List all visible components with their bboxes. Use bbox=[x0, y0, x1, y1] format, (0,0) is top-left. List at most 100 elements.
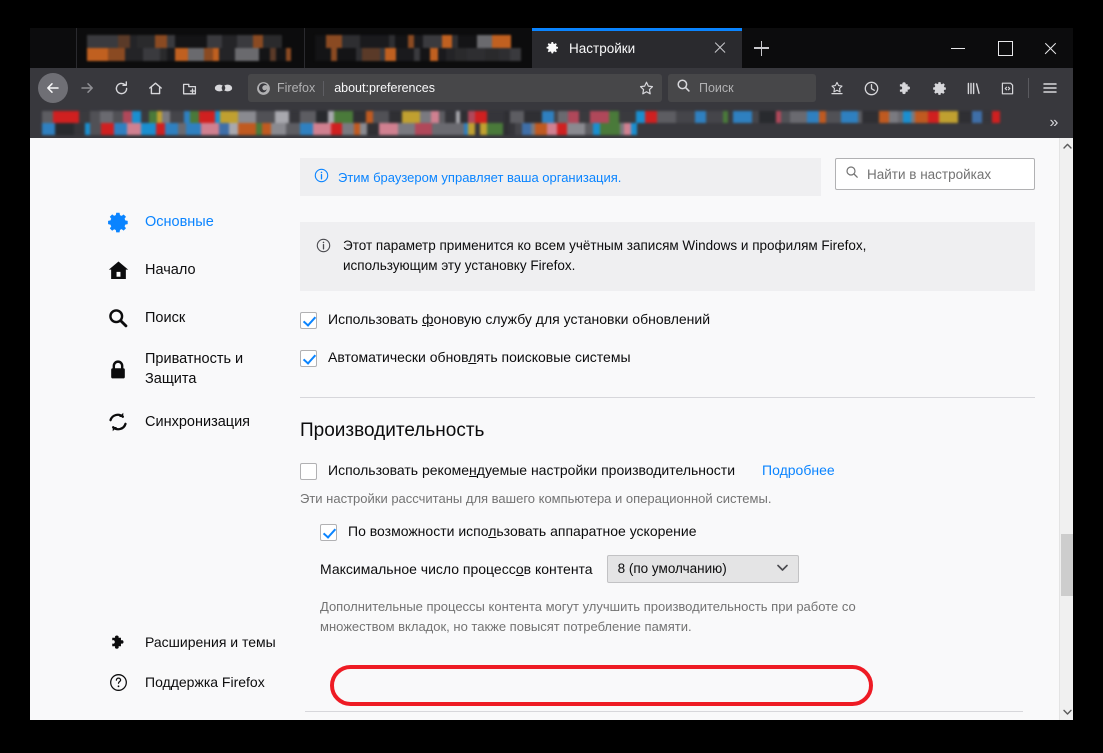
sidebar-item-search[interactable]: Поиск bbox=[30, 294, 295, 342]
sidebar-item-label: Основные bbox=[145, 214, 214, 230]
info-icon bbox=[314, 168, 329, 186]
lock-icon bbox=[105, 359, 131, 381]
mask-icon[interactable] bbox=[208, 73, 238, 103]
sidebar-item-label: Поиск bbox=[145, 310, 185, 326]
firefox-logo-icon bbox=[256, 81, 271, 96]
puzzle-icon bbox=[105, 633, 131, 652]
sidebar-item-label: Синхронизация bbox=[145, 414, 250, 430]
tab-strip: Настройки bbox=[30, 28, 1073, 68]
sync-icon bbox=[105, 411, 131, 433]
gear-icon bbox=[544, 40, 560, 56]
sidebar-item-label: Начало bbox=[145, 262, 196, 278]
checkbox-indicator[interactable] bbox=[300, 350, 317, 367]
search-settings-input[interactable]: Найти в настройках bbox=[835, 158, 1035, 190]
update-scope-infobox: Этот параметр применится ко всем учётным… bbox=[300, 222, 1035, 291]
scroll-down-arrow-icon[interactable] bbox=[1060, 704, 1073, 720]
checkbox-hardware-acceleration[interactable]: По возможности использовать аппаратное у… bbox=[320, 523, 1035, 541]
background-tab-1[interactable] bbox=[76, 28, 304, 68]
forward-arrow-icon[interactable] bbox=[72, 73, 102, 103]
bookmark-toolbar-icon[interactable] bbox=[822, 73, 852, 103]
page-scrollbar[interactable] bbox=[1059, 138, 1073, 720]
minimize-button[interactable] bbox=[935, 28, 981, 68]
active-tab-settings[interactable]: Настройки bbox=[532, 28, 742, 68]
checkbox-background-update[interactable]: Использовать фоновую службу для установк… bbox=[300, 311, 1035, 329]
sidebar-item-label: Расширения и темы bbox=[145, 634, 276, 650]
checkbox-auto-update-search-engines[interactable]: Автоматически обновлять поисковые систем… bbox=[300, 349, 1035, 367]
reader-view-icon[interactable] bbox=[992, 73, 1022, 103]
blurred-tab-title-1 bbox=[87, 35, 294, 61]
enterprise-notice-text[interactable]: Этим браузером управляет ваша организаци… bbox=[338, 170, 621, 185]
close-window-button[interactable] bbox=[1027, 28, 1073, 68]
settings-gear-icon[interactable] bbox=[924, 73, 954, 103]
search-placeholder: Поиск bbox=[699, 81, 734, 95]
active-tab-title: Настройки bbox=[569, 41, 704, 56]
toolbar-icon-group bbox=[820, 73, 1067, 103]
sidebar-item-extensions[interactable]: Расширения и темы bbox=[30, 622, 295, 662]
identity-box[interactable]: Firefox bbox=[256, 81, 324, 96]
background-tab-2[interactable] bbox=[304, 28, 532, 68]
bottom-divider bbox=[305, 711, 1023, 712]
content-processes-value: 8 (по умолчанию) bbox=[618, 561, 777, 576]
tabstrip-left-pad bbox=[30, 28, 76, 68]
scrollbar-thumb[interactable] bbox=[1061, 534, 1073, 596]
checkbox-recommended-performance[interactable]: Использовать рекомендуемые настройки про… bbox=[300, 462, 1035, 480]
url-text[interactable]: about:preferences bbox=[334, 81, 634, 95]
search-icon bbox=[845, 165, 859, 184]
reload-icon[interactable] bbox=[106, 73, 136, 103]
close-icon[interactable] bbox=[710, 38, 730, 58]
scroll-up-arrow-icon[interactable] bbox=[1060, 138, 1073, 154]
enterprise-notice[interactable]: Этим браузером управляет ваша организаци… bbox=[300, 158, 821, 196]
maximize-button[interactable] bbox=[981, 28, 1027, 68]
library-icon[interactable] bbox=[958, 73, 988, 103]
preferences-sidebar: Основные Начало Поиск Приватность и Защи… bbox=[30, 138, 295, 720]
extensions-puzzle-icon[interactable] bbox=[890, 73, 920, 103]
search-icon bbox=[676, 78, 691, 98]
help-circle-icon bbox=[105, 673, 131, 692]
star-icon[interactable] bbox=[634, 76, 658, 100]
sidebar-item-privacy[interactable]: Приватность и Защита bbox=[30, 342, 295, 398]
checkbox-label: По возможности использовать аппаратное у… bbox=[348, 523, 697, 539]
home-icon[interactable] bbox=[140, 73, 170, 103]
identity-label: Firefox bbox=[277, 81, 315, 95]
top-row: Этим браузером управляет ваша организаци… bbox=[295, 158, 1073, 196]
back-arrow-icon[interactable] bbox=[38, 73, 68, 103]
infobox-text: Этот параметр применится ко всем учётным… bbox=[343, 236, 866, 277]
checkbox-label: Использовать фоновую службу для установк… bbox=[328, 311, 710, 327]
checkbox-indicator[interactable] bbox=[320, 524, 337, 541]
sidebar-item-general[interactable]: Основные bbox=[30, 198, 295, 246]
performance-hint: Эти настройки рассчитаны для вашего комп… bbox=[300, 489, 1035, 509]
blurred-tab-title-2 bbox=[315, 35, 522, 61]
checkbox-indicator[interactable] bbox=[300, 463, 317, 480]
preferences-main: Этим браузером управляет ваша организаци… bbox=[295, 138, 1073, 720]
hamburger-menu-icon[interactable] bbox=[1035, 73, 1065, 103]
learn-more-link[interactable]: Подробнее bbox=[762, 462, 835, 478]
navigation-toolbar: Firefox about:preferences Поиск bbox=[30, 68, 1073, 108]
sidebar-item-support[interactable]: Поддержка Firefox bbox=[30, 662, 295, 702]
new-tab-button[interactable] bbox=[742, 28, 780, 68]
content-processes-select[interactable]: 8 (по умолчанию) bbox=[607, 555, 799, 583]
sidebar-item-label: Поддержка Firefox bbox=[145, 674, 265, 690]
preferences-page: Основные Начало Поиск Приватность и Защи… bbox=[30, 138, 1073, 720]
chevron-down-icon bbox=[777, 563, 788, 575]
settings-content: Этот параметр применится ко всем учётным… bbox=[295, 222, 1073, 637]
info-icon bbox=[316, 238, 331, 277]
window-controls bbox=[935, 28, 1073, 68]
search-settings-placeholder: Найти в настройках bbox=[867, 167, 991, 182]
content-processes-label: Максимальное число процессов контента bbox=[320, 561, 593, 577]
sidebar-bottom-group: Расширения и темы Поддержка Firefox bbox=[30, 622, 295, 702]
gear-icon bbox=[105, 211, 131, 234]
toolbar-separator bbox=[1028, 78, 1029, 98]
bookmarks-overflow-chevron-icon[interactable]: » bbox=[1043, 108, 1065, 138]
search-bar[interactable]: Поиск bbox=[668, 74, 816, 102]
url-bar[interactable]: Firefox about:preferences bbox=[248, 74, 662, 102]
firefox-window: Настройки Firefox about:preferences Поис… bbox=[30, 28, 1073, 720]
content-processes-row: Максимальное число процессов контента 8 … bbox=[320, 555, 1035, 583]
sidebar-item-sync[interactable]: Синхронизация bbox=[30, 398, 295, 446]
new-container-tab-icon[interactable] bbox=[174, 73, 204, 103]
history-clock-icon[interactable] bbox=[856, 73, 886, 103]
performance-section-title: Производительность bbox=[300, 420, 1035, 442]
checkbox-indicator[interactable] bbox=[300, 312, 317, 329]
sidebar-item-home[interactable]: Начало bbox=[30, 246, 295, 294]
blurred-bookmarks bbox=[42, 111, 1002, 135]
bookmarks-toolbar[interactable]: » bbox=[30, 108, 1073, 138]
